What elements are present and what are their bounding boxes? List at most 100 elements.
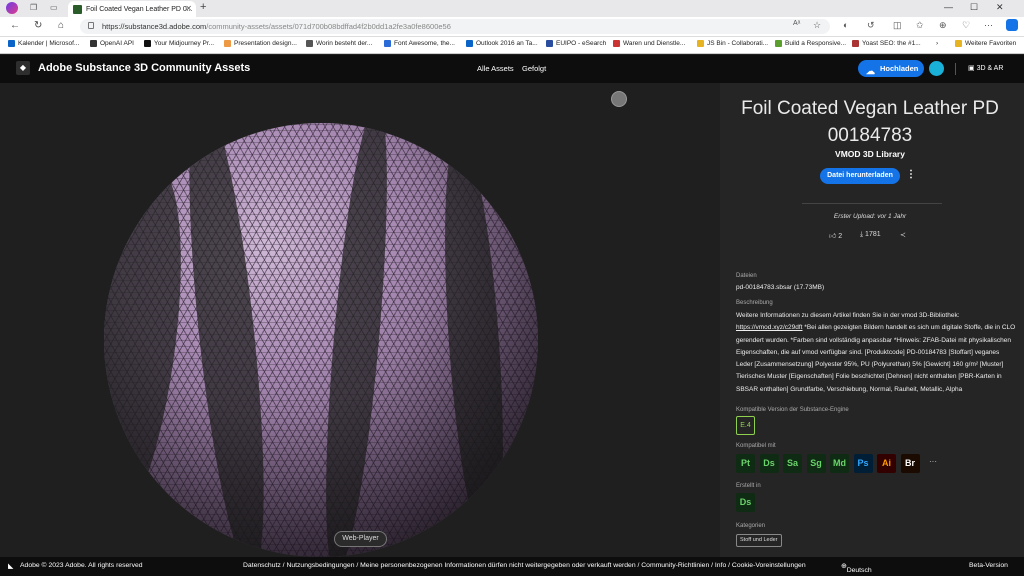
app-badge-sg: Sg <box>806 454 826 473</box>
copyright: Adobe © 2023 Adobe. All rights reserved <box>20 562 143 569</box>
bookmark-favicon-icon <box>852 40 859 47</box>
app-badge-ds: Ds <box>759 454 779 473</box>
edge-copilot-icon[interactable] <box>1006 19 1018 31</box>
download-count: ⤓ 1781 <box>860 231 881 238</box>
files-label: Dateien <box>736 273 757 279</box>
refresh-ext-icon[interactable]: ↺ <box>867 20 875 31</box>
adobe-logo-icon: ◣ <box>8 563 14 570</box>
bookmark-label: Your Midjourney Pr... <box>154 40 215 47</box>
url-field[interactable]: https://substance3d.adobe.com/community-… <box>80 19 830 34</box>
bookmark-item[interactable]: Your Midjourney Pr... <box>144 40 214 47</box>
bookmark-item[interactable]: Outlook 2016 an Ta... <box>466 40 538 47</box>
home-icon[interactable]: ⌂ <box>58 20 64 31</box>
maximize-icon[interactable]: ☐ <box>970 2 978 13</box>
refresh-icon[interactable]: ↻ <box>34 20 42 31</box>
sphere-shading <box>104 123 538 557</box>
bookmark-label: JS Bin - Collaborati... <box>707 40 769 47</box>
nav-all-assets[interactable]: Alle Assets <box>477 64 514 73</box>
download-button[interactable]: Datei herunterladen <box>820 168 900 184</box>
site-title[interactable]: Adobe Substance 3D Community Assets <box>38 62 250 74</box>
more-options-icon[interactable]: ⋮ <box>906 169 916 180</box>
url-base: https://substance3d.adobe.com <box>102 22 207 31</box>
lock-icon <box>88 22 94 29</box>
desc-post: *Bei allen gezeigten Bildern handelt es … <box>736 324 1016 393</box>
like-button[interactable]: 👍︎ 2 <box>829 231 842 240</box>
compat-more[interactable]: ··· <box>929 457 937 466</box>
bookmark-favicon-icon <box>775 40 782 47</box>
bookmark-item[interactable]: Weitere Favoriten <box>955 40 1016 47</box>
split-screen-icon[interactable]: ◫ <box>893 20 902 31</box>
favorite-star-icon[interactable]: ☆ <box>813 20 821 31</box>
ar-button[interactable]: ▣ 3D & AR <box>968 64 1003 72</box>
browser-window: ❐ ▭ Foil Coated Vegan Leather PD 0... ✕ … <box>0 0 1024 576</box>
more-icon[interactable]: ⋯ <box>984 20 993 31</box>
bookmark-label: Build a Responsive... <box>785 40 847 47</box>
bookmark-item[interactable]: Presentation design... <box>224 40 297 47</box>
bookmark-favicon-icon <box>613 40 620 47</box>
collections-icon[interactable]: ⊕ <box>939 20 947 31</box>
site-header: ◆ Adobe Substance 3D Community Assets Al… <box>0 55 1024 83</box>
bookmark-favicon-icon <box>546 40 553 47</box>
back-icon[interactable]: ← <box>10 20 20 31</box>
close-window-icon[interactable]: ✕ <box>996 2 1004 13</box>
description-label: Beschreibung <box>736 300 773 306</box>
vmod-link[interactable]: https://vmod.xyz/c29dft <box>736 324 802 331</box>
app-badge-ps: Ps <box>853 454 873 473</box>
like-count: 2 <box>838 233 843 240</box>
tab-bar: ❐ ▭ Foil Coated Vegan Leather PD 0... ✕ … <box>0 0 1024 17</box>
bookmark-label: Presentation design... <box>234 40 297 47</box>
url-path: /community-assets/assets/071d700b08bdffa… <box>206 22 451 31</box>
web-player-button[interactable]: Web-Player <box>334 531 387 547</box>
extension-icon[interactable]: ◐ <box>843 20 848 30</box>
bookmark-favicon-icon <box>144 40 151 47</box>
copilot-icon[interactable]: ♡ <box>962 20 970 31</box>
bookmark-label: Kalender | Microsof... <box>18 40 80 47</box>
read-aloud-icon[interactable]: Aᵃ <box>793 20 800 27</box>
favorites-icon[interactable]: ✩ <box>916 20 924 31</box>
asset-library[interactable]: VMOD 3D Library <box>720 149 1020 159</box>
beta-label: Beta-Version <box>969 562 1008 569</box>
categories-label: Kategorien <box>736 523 766 529</box>
material-sphere[interactable] <box>104 123 538 557</box>
download-count-value: 1781 <box>865 231 881 238</box>
share-icon[interactable]: ≺ <box>900 231 906 239</box>
bookmark-item[interactable]: Waren und Dienstle... <box>613 40 685 47</box>
bookmark-item[interactable]: Font Awesome, the... <box>384 40 455 47</box>
bookmark-label: Weitere Favoriten <box>965 40 1017 47</box>
bookmark-favicon-icon <box>384 40 391 47</box>
new-tab-icon[interactable]: + <box>200 1 206 13</box>
bookmark-item[interactable]: JS Bin - Collaborati... <box>697 40 768 47</box>
created-in-badge: Ds <box>736 493 755 512</box>
profile-icon[interactable] <box>6 2 18 14</box>
recenter-icon[interactable] <box>611 91 627 107</box>
minimize-icon[interactable]: — <box>944 2 953 12</box>
nav-followed[interactable]: Gefolgt <box>522 64 546 73</box>
app-badge-md: Md <box>830 454 849 473</box>
upload-button[interactable]: ☁ Hochladen <box>858 60 924 77</box>
language-selector[interactable]: ⊕ Deutsch <box>841 562 872 574</box>
3d-viewer[interactable]: Web-Player <box>0 83 720 557</box>
bookmark-item[interactable]: Yoast SEO: the #1... <box>852 40 921 47</box>
bookmark-item[interactable]: Worin besteht der... <box>306 40 372 47</box>
substance-logo-icon[interactable]: ◆ <box>16 61 30 75</box>
cloud-upload-icon: ☁ <box>866 66 875 76</box>
created-label: Erstellt in <box>736 483 761 489</box>
category-tag[interactable]: Stoff und Leder <box>736 534 782 547</box>
bookmark-item[interactable]: Build a Responsive... <box>775 40 846 47</box>
tab-actions-icon[interactable]: ▭ <box>50 3 58 12</box>
asset-details-panel: Foil Coated Vegan Leather PD 00184783 VM… <box>720 83 1024 557</box>
footer-links[interactable]: Datenschutz / Nutzungsbedingungen / Mein… <box>243 562 806 569</box>
divider <box>955 63 956 75</box>
bookmark-item[interactable]: Kalender | Microsof... <box>8 40 79 47</box>
workspaces-icon[interactable]: ❐ <box>30 3 37 12</box>
bookmark-item[interactable]: EUIPO - eSearch <box>546 40 606 47</box>
upload-info: Erster Upload: vor 1 Jahr <box>833 213 907 220</box>
close-tab-icon[interactable]: ✕ <box>185 4 192 13</box>
site-footer: ◣ Adobe © 2023 Adobe. All rights reserve… <box>0 557 1024 576</box>
avatar[interactable] <box>929 61 944 76</box>
upload-label: Hochladen <box>880 64 919 73</box>
active-tab[interactable]: Foil Coated Vegan Leather PD 0... ✕ <box>68 1 196 17</box>
ar-label: 3D & AR <box>976 65 1004 72</box>
bookmark-item[interactable]: OpenAI API <box>90 40 134 47</box>
bookmarks-overflow-icon[interactable]: › <box>936 40 938 47</box>
